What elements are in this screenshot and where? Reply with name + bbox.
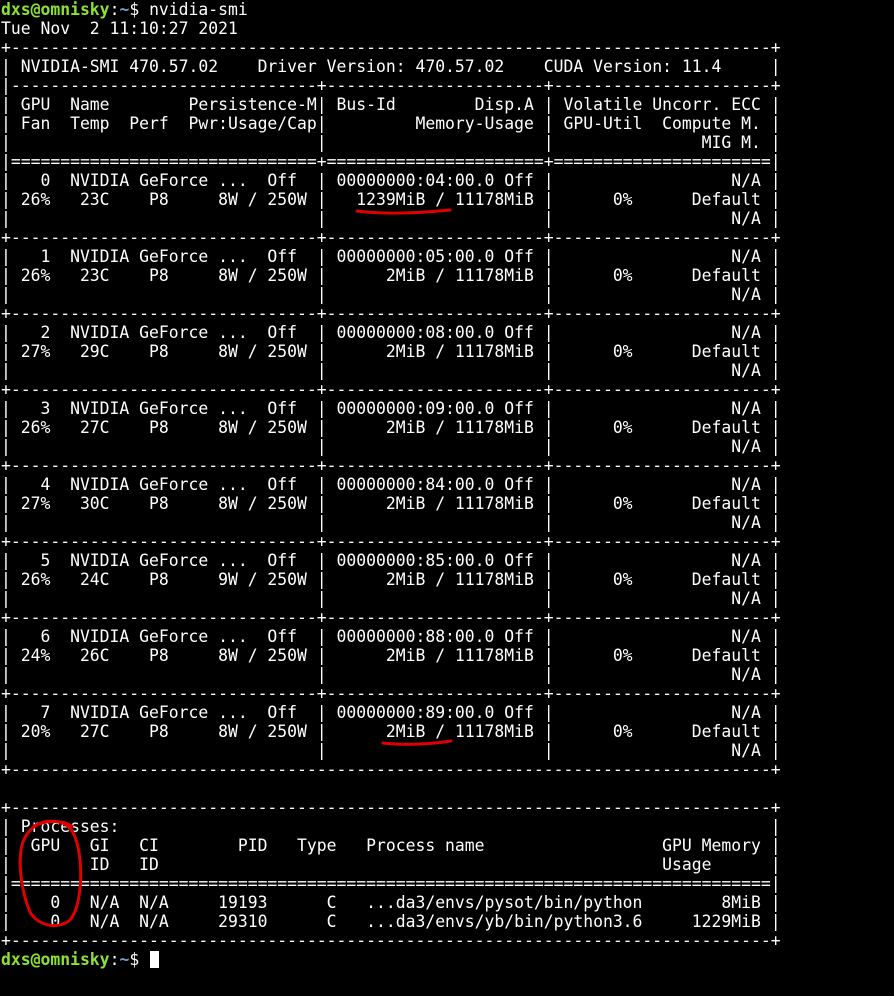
gpu-5-line-1: | 5 NVIDIA GeForce ... Off | 00000000:85… (1, 551, 781, 570)
gpu-separator: +-------------------------------+-------… (1, 532, 781, 551)
gpu-1-line-1: | 1 NVIDIA GeForce ... Off | 00000000:05… (1, 247, 781, 266)
prompt-user-host: dxs@omnisky (1, 950, 110, 969)
smi-border-bottom: +---------------------------------------… (1, 760, 781, 779)
gpu-3-line-1: | 3 NVIDIA GeForce ... Off | 00000000:09… (1, 399, 781, 418)
gpu-6-line-3: | | | N/A | (1, 665, 781, 684)
active-prompt-line[interactable]: dxs@omnisky:~$ (1, 950, 891, 969)
gpu-2-line-1: | 2 NVIDIA GeForce ... Off | 00000000:08… (1, 323, 781, 342)
prompt-symbol: $ (129, 0, 150, 19)
smi-header-line: | | | MIG M. | (1, 133, 781, 152)
prompt-separator: : (109, 950, 120, 969)
prompt-symbol: $ (129, 950, 150, 969)
processes-header-line: | ID ID Usage | (1, 855, 781, 874)
smi-header-line: | Fan Temp Perf Pwr:Usage/Cap| Memory-Us… (1, 114, 781, 133)
terminal-output[interactable]: dxs@omnisky:~$ nvidia-smi Tue Nov 2 11:1… (1, 0, 891, 969)
smi-version-line: | NVIDIA-SMI 470.57.02 Driver Version: 4… (1, 57, 781, 76)
gpu-2-line-3: | | | N/A | (1, 361, 781, 380)
gpu-separator: +-------------------------------+-------… (1, 684, 781, 703)
gpu-5-line-2: | 26% 24C P8 9W / 250W | 2MiB / 11178MiB… (1, 570, 781, 589)
date-line: Tue Nov 2 11:10:27 2021 (1, 19, 238, 38)
process-row: | 0 N/A N/A 29310 C ...da3/envs/yb/bin/p… (1, 912, 781, 931)
processes-title: | Processes: | (1, 817, 781, 836)
prompt-path: ~ (119, 0, 130, 19)
gpu-4-line-2: | 27% 30C P8 8W / 250W | 2MiB / 11178MiB… (1, 494, 781, 513)
gpu-separator: +-------------------------------+-------… (1, 380, 781, 399)
command-text: nvidia-smi (149, 0, 248, 19)
gpu-6-line-2: | 24% 26C P8 8W / 250W | 2MiB / 11178MiB… (1, 646, 781, 665)
prompt-separator: : (109, 0, 120, 19)
gpu-4-line-1: | 4 NVIDIA GeForce ... Off | 00000000:84… (1, 475, 781, 494)
prompt-user-host: dxs@omnisky (1, 0, 110, 19)
gpu-3-line-2: | 26% 27C P8 8W / 250W | 2MiB / 11178MiB… (1, 418, 781, 437)
text-cursor (150, 951, 160, 968)
gpu-7-line-1: | 7 NVIDIA GeForce ... Off | 00000000:89… (1, 703, 781, 722)
command-line: dxs@omnisky:~$ nvidia-smi (1, 0, 891, 19)
processes-header-line: | GPU GI CI PID Type Process name GPU Me… (1, 836, 781, 855)
gpu-3-line-3: | | | N/A | (1, 437, 781, 456)
gpu-2-line-2: | 27% 29C P8 8W / 250W | 2MiB / 11178MiB… (1, 342, 781, 361)
gpu-0-line-2: | 26% 23C P8 8W / 250W | 1239MiB / 11178… (1, 190, 781, 209)
processes-border-top: +---------------------------------------… (1, 798, 781, 817)
gpu-7-line-2: | 20% 27C P8 8W / 250W | 2MiB / 11178MiB… (1, 722, 781, 741)
gpu-separator: +-------------------------------+-------… (1, 608, 781, 627)
smi-header-line: | GPU Name Persistence-M| Bus-Id Disp.A … (1, 95, 781, 114)
gpu-separator: +-------------------------------+-------… (1, 456, 781, 475)
gpu-0-line-1: | 0 NVIDIA GeForce ... Off | 00000000:04… (1, 171, 781, 190)
smi-border-top: +---------------------------------------… (1, 38, 781, 57)
process-row: | 0 N/A N/A 19193 C ...da3/envs/pysot/bi… (1, 893, 781, 912)
gpu-5-line-3: | | | N/A | (1, 589, 781, 608)
processes-border-bottom: +---------------------------------------… (1, 931, 781, 950)
prompt-path: ~ (119, 950, 130, 969)
gpu-6-line-1: | 6 NVIDIA GeForce ... Off | 00000000:88… (1, 627, 781, 646)
smi-row-separator: |-------------------------------+-------… (1, 76, 781, 95)
processes-double-separator: |=======================================… (1, 874, 781, 893)
smi-double-separator: |===============================+=======… (1, 152, 781, 171)
gpu-4-line-3: | | | N/A | (1, 513, 781, 532)
gpu-7-line-3: | | | N/A | (1, 741, 781, 760)
gpu-1-line-2: | 26% 23C P8 8W / 250W | 2MiB / 11178MiB… (1, 266, 781, 285)
gpu-separator: +-------------------------------+-------… (1, 304, 781, 323)
gpu-1-line-3: | | | N/A | (1, 285, 781, 304)
gpu-0-line-3: | | | N/A | (1, 209, 781, 228)
gpu-separator: +-------------------------------+-------… (1, 228, 781, 247)
